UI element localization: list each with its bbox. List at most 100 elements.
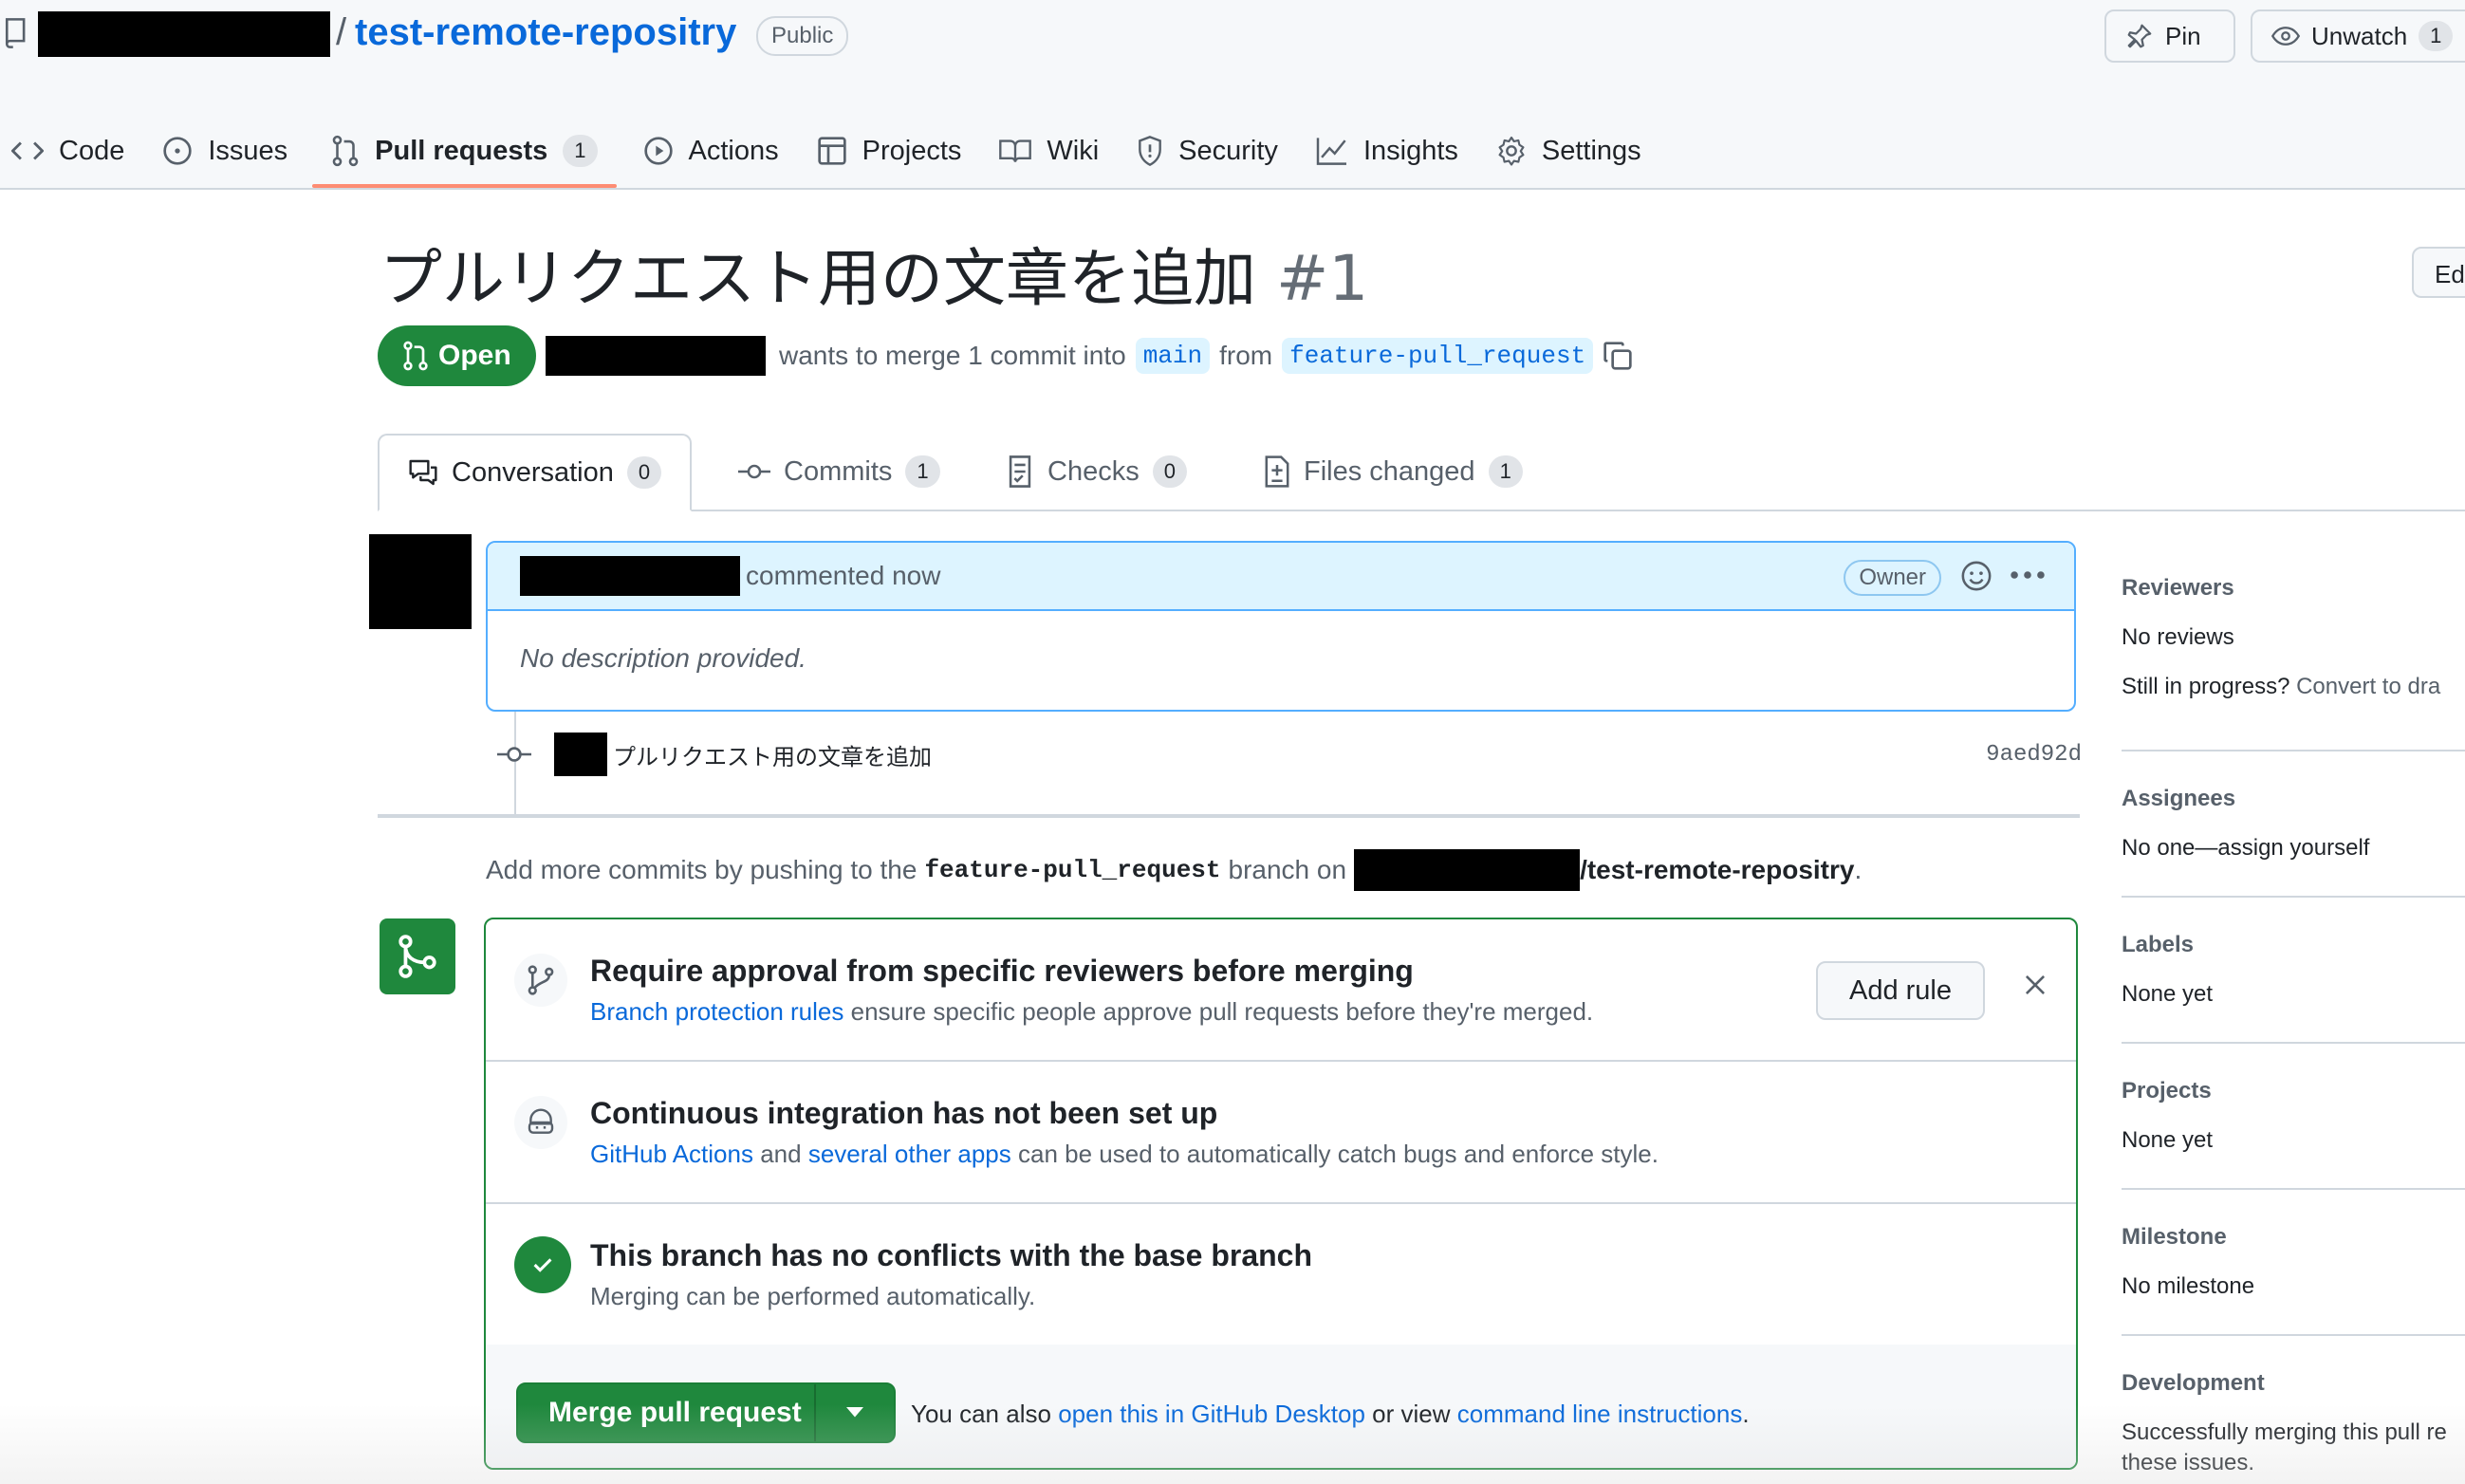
base-branch[interactable]: main bbox=[1135, 338, 1211, 374]
push-note-branch: feature-pull_request bbox=[924, 856, 1221, 884]
shield-icon bbox=[1137, 136, 1163, 166]
nav-actions[interactable]: Actions bbox=[624, 114, 798, 188]
other-apps-link[interactable]: several other apps bbox=[808, 1140, 1011, 1168]
timeline-divider bbox=[378, 814, 2080, 818]
merge-pull-request-button[interactable]: Merge pull request bbox=[548, 1384, 802, 1441]
command-line-link[interactable]: command line instructions bbox=[1457, 1400, 1743, 1428]
ci-desc: can be used to automatically catch bugs … bbox=[1017, 1140, 1659, 1168]
nav-settings-label: Settings bbox=[1541, 135, 1641, 166]
nav-security[interactable]: Security bbox=[1118, 114, 1297, 188]
github-actions-link[interactable]: GitHub Actions bbox=[590, 1140, 753, 1168]
branch-protection-link[interactable]: Branch protection rules bbox=[590, 997, 843, 1026]
labels-heading[interactable]: Labels bbox=[2122, 932, 2465, 958]
pin-button[interactable]: Pin bbox=[2104, 9, 2235, 63]
tab-conversation[interactable]: Conversation 0 bbox=[378, 434, 693, 511]
sidebar-divider bbox=[2122, 896, 2465, 898]
hint-suffix: . bbox=[1742, 1400, 1750, 1428]
repo-name-link[interactable]: test-remote-repositry bbox=[355, 11, 736, 54]
pin-label: Pin bbox=[2165, 21, 2201, 50]
tab-checks-label: Checks bbox=[1047, 455, 1140, 487]
play-icon bbox=[643, 136, 674, 166]
projects-heading[interactable]: Projects bbox=[2122, 1078, 2465, 1104]
repo-nav: Code Issues Pull requests 1 Actions Proj… bbox=[0, 114, 1660, 188]
nav-insights[interactable]: Insights bbox=[1297, 114, 1477, 188]
unwatch-button[interactable]: Unwatch 1 bbox=[2251, 9, 2465, 63]
convert-to-draft-link[interactable]: Convert to dra bbox=[2296, 674, 2440, 699]
tab-checks-count: 0 bbox=[1152, 455, 1187, 488]
commit-sha[interactable]: 9aed92d bbox=[1986, 742, 2082, 768]
nav-issues[interactable]: Issues bbox=[143, 114, 306, 188]
merge-box: Require approval from specific reviewers… bbox=[484, 918, 2078, 1470]
owner-name-redacted[interactable] bbox=[38, 11, 330, 57]
nav-pull-requests-label: Pull requests bbox=[375, 135, 548, 166]
nav-security-label: Security bbox=[1178, 135, 1278, 166]
commit-author-redacted[interactable] bbox=[554, 733, 607, 776]
merge-options-dropdown[interactable] bbox=[814, 1384, 894, 1441]
repo-header: / test-remote-repositry Public Pin Unwat… bbox=[0, 0, 2465, 190]
merge-summary: wants to merge 1 commit into main from f… bbox=[546, 332, 1633, 380]
from-text: from bbox=[1219, 341, 1273, 370]
assignees-heading[interactable]: Assignees bbox=[2122, 786, 2465, 812]
pull-requests-count: 1 bbox=[563, 135, 598, 167]
nav-settings[interactable]: Settings bbox=[1477, 114, 1660, 188]
gear-icon bbox=[1496, 136, 1527, 166]
nav-pull-requests[interactable]: Pull requests 1 bbox=[312, 114, 617, 188]
comment-body: No description provided. bbox=[520, 643, 806, 673]
check-circle-icon bbox=[514, 1236, 571, 1293]
sidebar-development: Development Successfully merging this pu… bbox=[2122, 1370, 2465, 1476]
comment-header: commented now Owner bbox=[488, 543, 2074, 611]
comment-action[interactable]: commented now bbox=[746, 561, 940, 591]
repo-icon bbox=[4, 17, 28, 49]
commit-icon bbox=[497, 744, 531, 765]
commit-message[interactable]: プルリクエスト用の文章を追加 bbox=[613, 738, 932, 771]
pull-request-icon bbox=[331, 135, 360, 167]
push-note-middle: branch on bbox=[1228, 855, 1347, 884]
merge-text: wants to merge 1 commit into bbox=[779, 341, 1126, 370]
nav-issues-label: Issues bbox=[208, 135, 288, 166]
tab-files-changed-count: 1 bbox=[1488, 455, 1523, 488]
state-badge-open: Open bbox=[378, 325, 536, 386]
open-desktop-link[interactable]: open this in GitHub Desktop bbox=[1058, 1400, 1365, 1428]
nav-actions-label: Actions bbox=[688, 135, 779, 166]
head-branch[interactable]: feature-pull_request bbox=[1282, 338, 1594, 374]
pr-number: #1 bbox=[1275, 242, 1369, 315]
copy-icon[interactable] bbox=[1603, 341, 1633, 371]
reviewers-heading[interactable]: Reviewers bbox=[2122, 575, 2465, 602]
table-icon bbox=[817, 136, 847, 166]
reviewers-value: No reviews bbox=[2122, 624, 2234, 650]
sidebar-divider bbox=[2122, 1042, 2465, 1044]
ci-section: Continuous integration has not been set … bbox=[486, 1062, 2076, 1204]
hint-prefix: You can also bbox=[911, 1400, 1051, 1428]
tab-files-changed[interactable]: Files changed 1 bbox=[1264, 434, 1523, 510]
push-note-suffix: . bbox=[1854, 855, 1863, 884]
avatar[interactable] bbox=[369, 534, 472, 629]
milestone-value: No milestone bbox=[2122, 1273, 2255, 1299]
nav-code[interactable]: Code bbox=[0, 114, 143, 188]
triangle-down-icon bbox=[846, 1407, 863, 1419]
conflicts-section: This branch has no conflicts with the ba… bbox=[486, 1204, 2076, 1346]
tab-commits[interactable]: Commits 1 bbox=[738, 434, 940, 510]
author-redacted[interactable] bbox=[546, 336, 766, 376]
development-value-line2: these issues. bbox=[2122, 1450, 2255, 1475]
projects-value: None yet bbox=[2122, 1127, 2214, 1153]
nav-projects[interactable]: Projects bbox=[798, 114, 981, 188]
assignees-value[interactable]: No one—assign yourself bbox=[2122, 835, 2465, 862]
push-note: Add more commits by pushing to the featu… bbox=[486, 849, 1862, 891]
milestone-heading[interactable]: Milestone bbox=[2122, 1224, 2465, 1251]
tab-commits-label: Commits bbox=[784, 455, 893, 487]
smiley-icon[interactable] bbox=[1960, 560, 1992, 592]
sidebar-assignees: Assignees No one—assign yourself bbox=[2122, 786, 2465, 862]
development-heading[interactable]: Development bbox=[2122, 1370, 2465, 1397]
hint-middle: or view bbox=[1372, 1400, 1451, 1428]
nav-wiki[interactable]: Wiki bbox=[980, 114, 1118, 188]
edit-title-button[interactable]: Ed bbox=[2412, 247, 2465, 298]
add-rule-button[interactable]: Add rule bbox=[1816, 961, 1985, 1020]
close-icon[interactable] bbox=[2023, 973, 2048, 997]
merge-button-group: Merge pull request bbox=[516, 1382, 896, 1443]
sidebar-divider bbox=[2122, 750, 2465, 751]
commenter-redacted[interactable] bbox=[520, 556, 740, 596]
kebab-icon[interactable] bbox=[2010, 566, 2046, 584]
progress-question: Still in progress? bbox=[2122, 674, 2290, 699]
owner-badge: Owner bbox=[1844, 560, 1941, 596]
tab-checks[interactable]: Checks 0 bbox=[1006, 434, 1187, 510]
